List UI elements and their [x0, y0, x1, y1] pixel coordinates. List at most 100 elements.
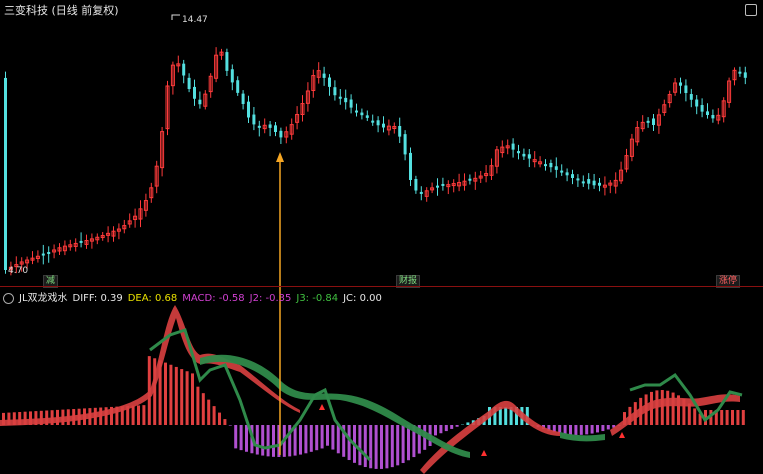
signal-marker-arrow: [276, 152, 284, 162]
macd-bar: [563, 425, 567, 435]
macd-bar: [320, 425, 324, 449]
candle-body: [268, 124, 272, 128]
candle-body: [41, 253, 45, 256]
macd-bar: [358, 425, 362, 466]
candle-body: [689, 94, 693, 100]
red-band: [420, 400, 560, 474]
macd-bar: [272, 425, 275, 457]
ind-macd: MACD: -0.58: [182, 293, 245, 304]
candle-body: [236, 80, 240, 93]
candle-body: [328, 77, 331, 87]
candle-body: [409, 152, 412, 180]
macd-bar: [255, 425, 259, 455]
macd-bar: [660, 390, 664, 425]
candle-body: [241, 93, 245, 104]
candle-body: [371, 120, 375, 123]
candle-body: [376, 120, 380, 126]
macd-bar: [466, 422, 470, 425]
signal-arrow: [319, 404, 325, 410]
low-price-label: 4.70: [8, 266, 29, 276]
macd-bar: [245, 425, 248, 452]
candle-body: [711, 114, 715, 119]
candle-body: [414, 178, 418, 191]
macd-bar: [666, 390, 670, 425]
candle-body: [365, 115, 369, 118]
candle-body: [441, 183, 445, 186]
candle-body: [646, 120, 650, 123]
macd-bar: [741, 410, 745, 425]
macd-bar: [596, 425, 599, 433]
macd-bar: [261, 425, 265, 456]
candle-body: [436, 185, 439, 188]
macd-bar: [218, 412, 221, 425]
macd-bar: [299, 425, 302, 455]
candle-body: [598, 182, 601, 186]
macd-bar: [380, 425, 383, 469]
candle-body: [198, 99, 202, 105]
indicator-settings-icon[interactable]: [3, 292, 14, 304]
candle-body: [322, 73, 326, 78]
macd-bar: [455, 425, 459, 427]
candle-body: [79, 240, 83, 243]
macd-bar: [731, 410, 734, 425]
macd-bar: [164, 362, 167, 425]
macd-bar: [228, 425, 232, 426]
macd-bar: [336, 425, 340, 454]
macd-bar: [434, 425, 437, 436]
candle-body: [333, 87, 337, 96]
macd-bar: [207, 399, 211, 425]
candle-body: [522, 153, 526, 157]
macd-bar: [131, 405, 135, 425]
candle-body: [274, 125, 277, 132]
macd-bar: [174, 366, 178, 425]
macd-bar: [309, 425, 313, 452]
candle-body: [419, 191, 423, 194]
candle-body: [695, 99, 699, 107]
candle-body: [576, 178, 580, 181]
macd-bar: [725, 410, 729, 425]
macd-bar: [687, 403, 691, 425]
macd-bar: [736, 410, 740, 425]
candle-body: [592, 180, 596, 186]
macd-bar: [407, 425, 410, 461]
macd-bar: [347, 425, 351, 461]
macd-bar: [180, 369, 184, 425]
macd-bar: [574, 425, 578, 435]
candle-body: [679, 82, 682, 86]
macd-bar: [720, 410, 724, 425]
ind-jc: JC: 0.00: [343, 293, 382, 304]
macd-bar: [142, 405, 146, 425]
macd-bar: [315, 425, 319, 451]
candle-body: [743, 72, 747, 78]
candle-body: [187, 77, 191, 89]
panel-divider: [0, 286, 763, 287]
macd-bar: [185, 371, 189, 425]
high-price-label: 14.47: [182, 15, 208, 25]
macd-bar: [223, 419, 227, 425]
ind-j2: J2: -0.35: [249, 293, 292, 304]
macd-bar: [331, 425, 335, 450]
macd-bar: [363, 425, 367, 468]
candle-body: [511, 143, 515, 150]
macd-bar: [234, 425, 238, 449]
macd-bar: [671, 392, 675, 425]
macd-bar: [369, 425, 373, 469]
macd-bar: [137, 405, 140, 425]
candle-body: [527, 154, 531, 159]
candle-body: [706, 111, 709, 115]
ind-dea: DEA: 0.68: [127, 293, 178, 304]
stock-chart-canvas[interactable]: [0, 0, 763, 474]
candle-body: [571, 174, 574, 178]
macd-bar: [504, 407, 508, 425]
indicator-header: JL双龙戏水 DIFF: 0.39 DEA: 0.68 MACD: -0.58 J2: …: [3, 289, 387, 304]
macd-bar: [579, 425, 583, 435]
high-marker: [171, 14, 180, 20]
indicator-name[interactable]: JL双龙戏水: [19, 293, 68, 304]
macd-bar: [585, 425, 589, 435]
signal-arrow: [619, 432, 625, 438]
candle-body: [344, 97, 348, 103]
macd-bar: [444, 425, 448, 432]
candle-body: [684, 85, 688, 93]
macd-bar: [439, 425, 443, 434]
candle-body: [652, 118, 655, 125]
